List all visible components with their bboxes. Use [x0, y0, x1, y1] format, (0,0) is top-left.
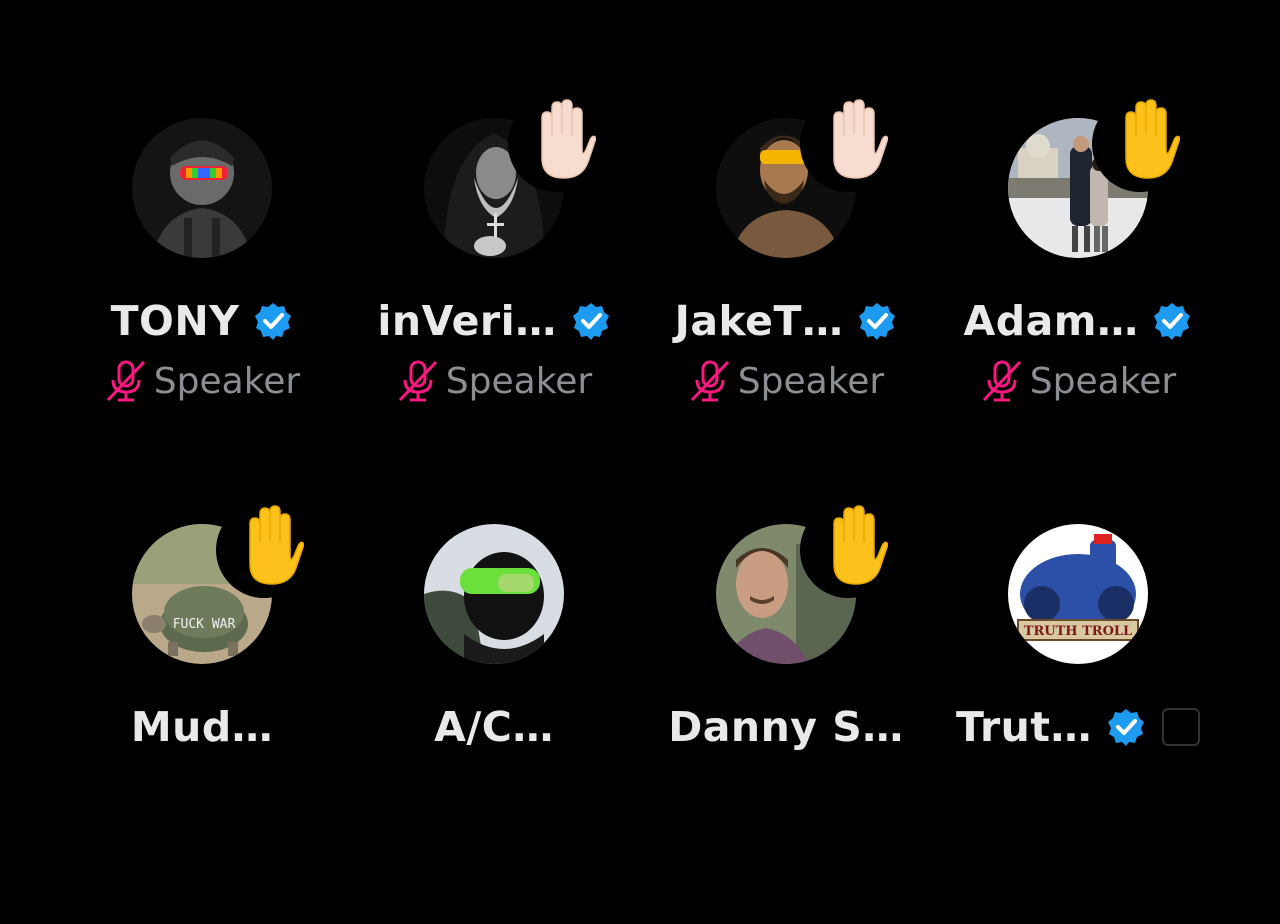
mic-muted-icon [690, 360, 729, 402]
avatar-image [424, 524, 564, 664]
raised-hand-badge [800, 96, 896, 192]
speaker-card-jaket[interactable]: JakeT… Speaker [640, 96, 932, 518]
verified-badge-icon [572, 303, 609, 340]
raised-hand-icon [1125, 99, 1180, 179]
raised-hand-icon [541, 99, 596, 179]
speaker-name: Trut… [956, 703, 1092, 751]
speaker-name: A/C… [434, 703, 554, 751]
raised-hand-badge [508, 96, 604, 192]
speaker-name: TONY [110, 297, 240, 345]
avatar-image: TRUTH TROLL [1008, 524, 1148, 664]
speaker-role: Speaker [1029, 360, 1177, 402]
speaker-card-truth[interactable]: TRUTH TROLL Trut… [932, 524, 1224, 924]
speaker-name: JakeT… [674, 297, 844, 345]
avatar-image [132, 118, 272, 258]
speaker-name: Danny S… [668, 703, 904, 751]
speaker-name: Adam… [963, 297, 1139, 345]
speaker-card-danny[interactable]: Danny S… [640, 502, 932, 924]
speaker-grid: TONY Speaker inVeri… Speaker JakeT… Spea… [0, 0, 1280, 751]
mic-muted-icon [982, 360, 1021, 402]
speaker-name: inVeri… [377, 297, 557, 345]
mic-muted-icon [398, 360, 437, 402]
affiliate-badge-icon [1161, 708, 1200, 746]
speaker-role: Speaker [737, 360, 885, 402]
speaker-card-adam[interactable]: Adam… Speaker [932, 96, 1224, 518]
avatar[interactable]: TRUTH TROLL [1008, 524, 1148, 664]
speaker-card-tony[interactable]: TONY Speaker [56, 118, 348, 518]
mic-muted-icon [106, 360, 145, 402]
raised-hand-icon [833, 99, 888, 179]
avatar-tortoise-text: FUCK WAR [173, 617, 236, 632]
speaker-card-inveri[interactable]: inVeri… Speaker [348, 96, 640, 518]
speaker-role: Speaker [153, 360, 301, 402]
speaker-card-ac[interactable]: A/C… [348, 524, 640, 924]
avatar-banner-text: TRUTH TROLL [1024, 624, 1132, 639]
raised-hand-badge [800, 502, 896, 598]
verified-badge-icon [1107, 709, 1144, 746]
raised-hand-badge [1092, 96, 1188, 192]
avatar[interactable] [424, 524, 564, 664]
raised-hand-badge [216, 502, 312, 598]
verified-badge-icon [859, 303, 896, 340]
verified-badge-icon [255, 303, 292, 340]
speaker-card-mud[interactable]: FUCK WAR Mud… [56, 502, 348, 924]
raised-hand-icon [249, 505, 304, 585]
speaker-name: Mud… [130, 703, 274, 751]
avatar[interactable] [132, 118, 272, 258]
verified-badge-icon [1154, 303, 1191, 340]
raised-hand-icon [833, 505, 888, 585]
speaker-role: Speaker [445, 360, 593, 402]
